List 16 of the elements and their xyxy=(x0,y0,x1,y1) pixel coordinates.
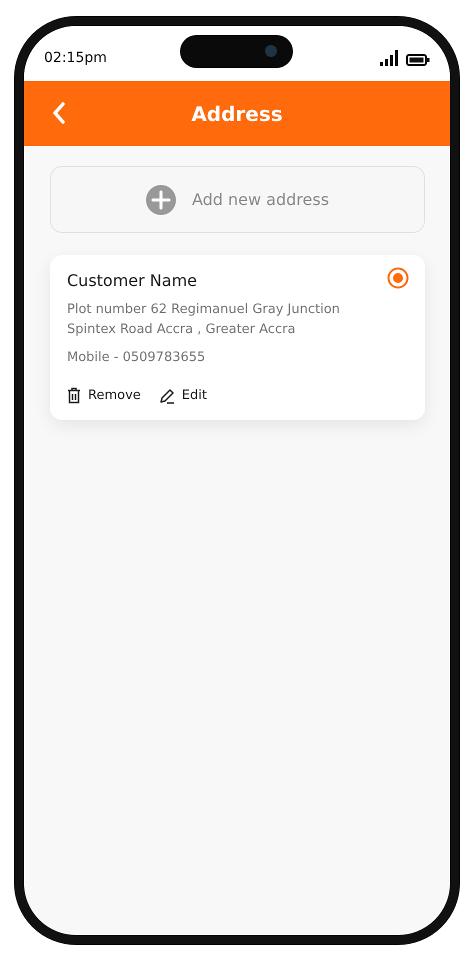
customer-name: Customer Name xyxy=(67,271,198,290)
page-title: Address xyxy=(191,102,283,126)
remove-button[interactable]: Remove xyxy=(67,387,141,404)
address-line: Plot number 62 Regimanuel Gray Junction xyxy=(67,301,341,319)
back-button[interactable] xyxy=(52,102,66,124)
edit-button[interactable]: Edit xyxy=(158,387,207,404)
signal-icon xyxy=(380,50,400,66)
radio-button[interactable] xyxy=(387,266,409,288)
plus-icon xyxy=(146,184,176,214)
trash-icon xyxy=(67,387,81,404)
address-card[interactable]: Customer Name Plot number 62 Regimanuel Gray Junction Spintex Road Accra , Greater Accra Mobile - 0509783655 Remove Edit xyxy=(50,255,425,420)
mobile-number: Mobile - 0509783655 xyxy=(67,350,206,365)
pencil-icon xyxy=(158,387,175,404)
battery-icon xyxy=(406,54,430,66)
status-time: 02:15pm xyxy=(44,50,107,66)
address-line: Spintex Road Accra , Greater Accra xyxy=(67,321,296,339)
